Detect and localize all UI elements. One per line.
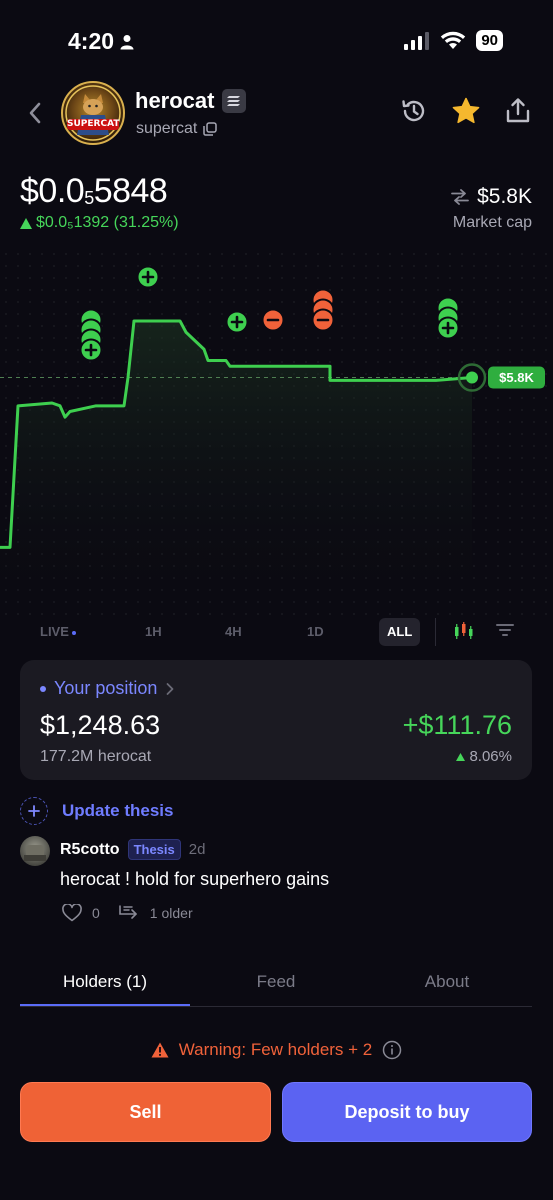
price-zero-count: 5	[84, 188, 94, 208]
candlestick-icon	[455, 622, 473, 639]
position-dot	[40, 685, 46, 692]
section-tabs: Holders (1) Feed About	[20, 965, 532, 1007]
warning-icon	[151, 1042, 169, 1058]
favorite-button[interactable]	[451, 96, 481, 126]
comment-username[interactable]: R5cotto	[60, 841, 120, 859]
position-title[interactable]: Your position	[40, 678, 175, 699]
comment-actions: 0 1 older	[62, 904, 193, 922]
current-price-label: $5.8K	[499, 370, 534, 385]
comment-text: herocat ! hold for superhero gains	[60, 869, 330, 889]
position-amount: 177.2M herocat	[40, 748, 152, 765]
update-thesis-label: Update thesis	[62, 801, 174, 820]
battery-indicator: 90	[476, 30, 503, 51]
chevron-right-icon	[167, 682, 174, 695]
share-button[interactable]	[503, 96, 533, 126]
sell-button[interactable]: Sell	[20, 1082, 271, 1142]
time-range-selector: LIVE 1H 4H 1D ALL	[0, 612, 553, 652]
up-triangle-icon	[456, 752, 466, 761]
price-change: $0.0₅1392 (31.25%)	[20, 214, 179, 232]
history-icon	[402, 100, 425, 122]
reply-thread-icon[interactable]	[118, 904, 140, 922]
token-price: $0.055848	[20, 172, 168, 210]
range-1h[interactable]: 1H	[145, 618, 162, 646]
status-bar: 4:20 90	[0, 0, 553, 84]
price-chart-svg: $5.8K	[0, 248, 553, 618]
range-all[interactable]: ALL	[379, 618, 421, 646]
position-pnl: +$111.76	[402, 710, 512, 740]
user-avatar[interactable]	[20, 836, 50, 866]
star-icon	[452, 97, 480, 124]
market-cap-label: Market cap	[452, 214, 532, 231]
range-1d[interactable]: 1D	[307, 618, 324, 646]
status-icons: 90	[404, 30, 503, 51]
back-button[interactable]	[22, 98, 48, 128]
copy-icon[interactable]	[203, 122, 218, 136]
tab-about[interactable]: About	[362, 965, 532, 1006]
token-symbol: supercat	[136, 120, 198, 137]
older-replies-link[interactable]: 1 older	[150, 905, 193, 921]
current-price-dot	[466, 371, 478, 384]
chart-filter-button[interactable]	[495, 620, 515, 648]
deposit-to-buy-button[interactable]: Deposit to buy	[282, 1082, 532, 1142]
sell-marker[interactable]	[261, 308, 285, 332]
swap-icon	[451, 189, 470, 205]
comment-time: 2d	[188, 841, 206, 858]
share-icon	[506, 98, 530, 123]
buy-marker[interactable]	[79, 338, 103, 362]
market-cap-toggle[interactable]: $5.8K	[451, 185, 532, 209]
solana-chain-icon	[222, 89, 247, 113]
status-time: 4:20	[68, 28, 134, 55]
person-icon	[120, 34, 134, 49]
holders-warning[interactable]: Warning: Few holders + 2	[0, 1040, 553, 1060]
wifi-icon	[441, 31, 466, 49]
token-header: SUPERCAT herocat supercat	[0, 78, 553, 150]
tab-holders[interactable]: Holders (1)	[20, 965, 190, 1006]
token-symbol-row[interactable]: supercat	[136, 120, 218, 138]
comment-header: R5cotto Thesis 2d	[60, 839, 205, 860]
market-cap-value: $5.8K	[477, 185, 532, 208]
avatar-label: SUPERCAT	[67, 119, 120, 130]
buy-marker[interactable]	[136, 265, 160, 289]
up-triangle-icon	[20, 217, 32, 229]
cat-logo-image	[65, 85, 121, 141]
sell-marker[interactable]	[311, 308, 335, 332]
buy-marker[interactable]	[225, 310, 249, 334]
candlestick-toggle[interactable]	[453, 620, 475, 648]
signal-icon	[404, 31, 430, 50]
heart-icon[interactable]	[62, 904, 82, 922]
range-divider	[435, 618, 436, 646]
live-dot	[71, 630, 76, 635]
range-4h[interactable]: 4H	[225, 618, 242, 646]
warning-text: Warning: Few holders + 2	[178, 1040, 373, 1059]
history-button[interactable]	[399, 96, 429, 126]
price-chart[interactable]: $5.8K	[0, 248, 553, 618]
position-card[interactable]: Your position $1,248.63 177.2M herocat +…	[20, 660, 532, 780]
thesis-badge: Thesis	[127, 839, 181, 860]
range-live[interactable]: LIVE	[40, 618, 76, 646]
current-price-tag: $5.8K	[488, 366, 545, 389]
filter-icon	[496, 624, 514, 636]
update-thesis-button[interactable]: Update thesis	[20, 797, 173, 825]
token-avatar: SUPERCAT	[61, 81, 125, 145]
token-name: herocat	[135, 88, 247, 114]
like-count: 0	[92, 905, 100, 921]
add-thesis-icon	[20, 797, 48, 825]
back-chevron-icon	[29, 102, 41, 124]
header-actions	[399, 96, 533, 126]
tab-feed[interactable]: Feed	[191, 965, 361, 1006]
info-icon[interactable]	[382, 1040, 402, 1060]
position-pnl-percent: 8.06%	[456, 748, 512, 765]
position-value: $1,248.63	[40, 710, 161, 740]
buy-marker[interactable]	[436, 316, 460, 340]
